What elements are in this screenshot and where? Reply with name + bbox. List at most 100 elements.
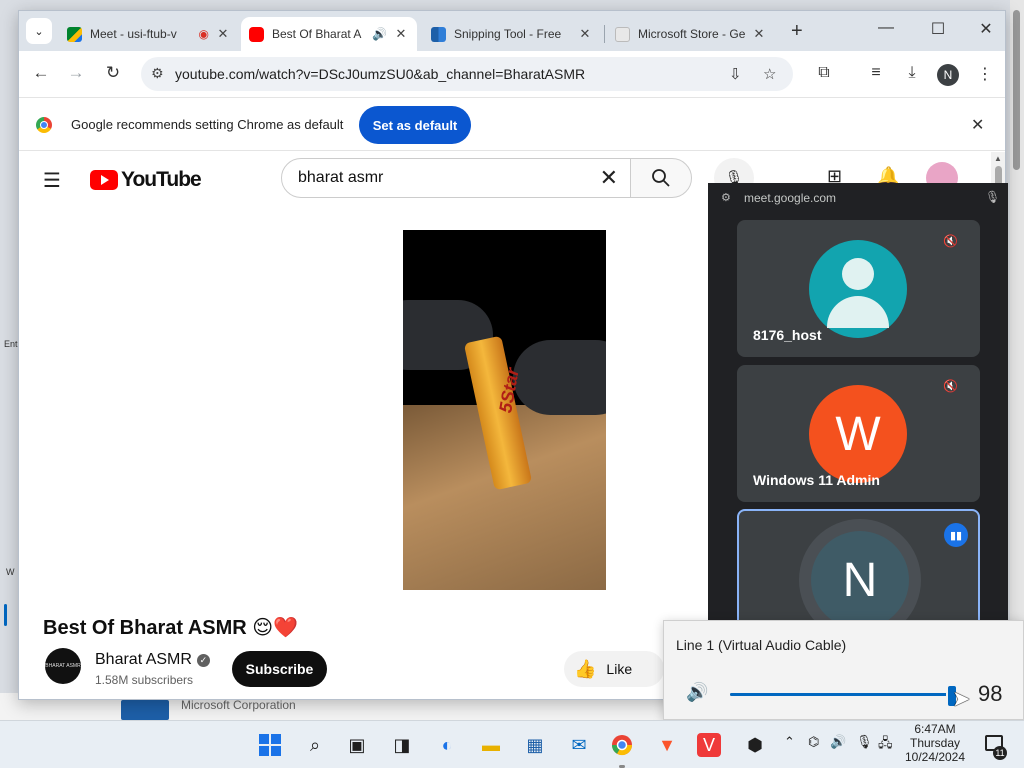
address-bar[interactable]: ⚙ youtube.com/watch?v=DScJ0umzSU0&ab_cha… — [141, 57, 793, 91]
youtube-play-icon — [90, 170, 118, 190]
like-button[interactable]: 👍 Like — [564, 651, 664, 687]
bookmark-star-icon[interactable]: ☆ — [763, 65, 776, 83]
close-icon[interactable]: ✕ — [393, 26, 409, 42]
clock-time: 6:47AM — [914, 722, 956, 736]
clock-day: Thursday — [909, 736, 961, 750]
tab-youtube[interactable]: Best Of Bharat A 🔊 ✕ — [241, 17, 417, 51]
clear-search-icon[interactable]: ✕ — [600, 165, 618, 191]
recording-icon: ◉ — [198, 27, 209, 41]
downloads-icon[interactable]: ⤓ — [901, 64, 923, 82]
windows-logo-icon — [259, 734, 281, 756]
close-icon[interactable]: ✕ — [577, 26, 593, 42]
vivaldi-icon[interactable]: V — [697, 733, 721, 757]
participant-tile[interactable]: 8176_host 🔇 — [737, 220, 980, 357]
tab-microsoft-store[interactable]: Microsoft Store - Ge ✕ — [607, 17, 775, 51]
clock-date: 10/24/2024 — [904, 750, 966, 764]
tab-title: Meet - usi-ftub-v — [90, 27, 177, 41]
google-meet-icon — [67, 26, 82, 42]
speaking-indicator-icon: ▮▮ — [944, 523, 968, 547]
participant-name: Windows 11 Admin — [753, 472, 880, 488]
hamburger-menu-icon[interactable]: ☰ — [43, 168, 61, 193]
new-tab-button[interactable]: + — [791, 20, 803, 43]
media-controls-icon[interactable]: ≡ — [865, 64, 887, 82]
youtube-icon — [249, 26, 264, 42]
set-as-default-button[interactable]: Set as default — [359, 106, 471, 144]
virtual-cable-icon[interactable]: ⬢ — [741, 731, 769, 759]
volume-slider[interactable] — [730, 684, 958, 708]
search-input[interactable]: bharat asmr ✕ — [281, 158, 631, 198]
subscribe-button[interactable]: Subscribe — [232, 651, 327, 687]
back-button[interactable]: ← — [29, 63, 53, 83]
store-app-icon — [121, 700, 169, 720]
close-icon[interactable]: ✕ — [751, 26, 767, 42]
site-info-icon[interactable]: ⚙ — [721, 191, 731, 204]
person-icon-body — [827, 296, 889, 328]
chrome-icon[interactable] — [608, 731, 636, 759]
microphone-icon[interactable]: 🎙 — [856, 734, 873, 750]
microphone-icon: 🎙 — [985, 190, 1001, 204]
tab-snipping-tool[interactable]: Snipping Tool - Free ✕ — [423, 17, 601, 51]
search-query[interactable]: bharat asmr — [298, 169, 383, 187]
tab-title: Microsoft Store - Ge — [638, 27, 745, 41]
widgets-icon[interactable]: ◨ — [388, 731, 416, 759]
channel-avatar[interactable]: BHARAT ASMR — [45, 648, 81, 684]
participant-tile[interactable]: W Windows 11 Admin 🔇 — [737, 365, 980, 502]
maximize-button[interactable]: ☐ — [923, 19, 953, 39]
tab-title: Best Of Bharat A — [272, 27, 362, 41]
chevron-up-icon[interactable]: ⌃ — [784, 734, 795, 750]
close-window-button[interactable]: ✕ — [971, 19, 1001, 39]
tab-search-button[interactable]: ⌄ — [26, 18, 52, 44]
minimize-button[interactable]: — — [871, 19, 901, 37]
file-explorer-icon[interactable]: ▬ — [477, 731, 505, 759]
channel-name-text[interactable]: Bharat ASMR — [95, 651, 192, 668]
publisher-text: Microsoft Corporation — [181, 698, 296, 712]
search-button[interactable] — [630, 158, 692, 198]
mic-off-icon: 🔇 — [943, 379, 958, 393]
microsoft-store-icon — [431, 26, 446, 42]
meet-pip-window: ⚙ meet.google.com 🎙 8176_host 🔇 W Window… — [708, 183, 1008, 623]
forward-button[interactable]: → — [64, 63, 88, 83]
audio-playing-icon[interactable]: 🔊 — [372, 27, 387, 41]
notification-count: 11 — [993, 746, 1007, 760]
install-app-icon[interactable]: ⇩ — [729, 65, 742, 83]
taskbar-clock[interactable]: 6:47AM Thursday 10/24/2024 — [898, 722, 972, 764]
background-scrollbar[interactable] — [1010, 0, 1024, 693]
tab-meet[interactable]: Meet - usi-ftub-v ◉ ✕ — [59, 17, 239, 51]
browser-toolbar: ← → ↻ ⚙ youtube.com/watch?v=DScJ0umzSU0&… — [19, 51, 1005, 97]
verified-badge-icon: ✓ — [196, 654, 210, 667]
video-player[interactable]: 5Star — [403, 230, 606, 590]
task-view-icon[interactable]: ▣ — [343, 731, 371, 759]
network-icon[interactable]: 🖧 — [878, 734, 893, 756]
site-info-icon[interactable]: ⚙ — [151, 65, 164, 82]
url-text[interactable]: youtube.com/watch?v=DScJ0umzSU0&ab_chann… — [175, 66, 585, 82]
like-label: Like — [606, 661, 633, 677]
close-icon[interactable]: ✕ — [971, 115, 984, 135]
volume-icon[interactable]: 🔊 — [830, 734, 846, 750]
microsoft-store-icon[interactable]: ▦ — [521, 731, 549, 759]
extensions-icon[interactable]: ⧉ — [813, 64, 835, 82]
title-emojis: 😌❤️ — [252, 617, 299, 639]
profile-avatar[interactable]: N — [937, 64, 959, 86]
scroll-up-icon[interactable]: ▲ — [994, 154, 1002, 163]
youtube-logo[interactable]: YouTube — [90, 168, 202, 192]
scrollbar-thumb[interactable] — [1013, 10, 1020, 170]
volume-slider-fill — [730, 693, 950, 696]
chrome-logo-icon — [36, 117, 52, 133]
edge-icon[interactable]: ◐ — [433, 731, 461, 759]
speaker-icon[interactable]: 🔊 — [686, 682, 708, 703]
start-button[interactable] — [256, 731, 284, 759]
participant-tile-active[interactable]: N ▮▮ — [737, 509, 980, 623]
desktop-edge-text: Ent — [4, 339, 18, 349]
meet-tray-icon[interactable]: ⌬ — [808, 734, 819, 750]
brave-icon[interactable]: ▼ — [653, 731, 681, 759]
outlook-icon[interactable]: ✉ — [565, 731, 593, 759]
mic-off-icon: 🔇 — [943, 234, 958, 248]
search-icon[interactable]: ⌕ — [301, 731, 329, 759]
close-icon[interactable]: ✕ — [215, 26, 231, 42]
avatar: W — [809, 385, 907, 483]
reload-button[interactable]: ↻ — [101, 63, 125, 83]
youtube-wordmark: YouTube — [121, 168, 202, 191]
channel-name[interactable]: Bharat ASMR ✓ — [95, 651, 210, 669]
menu-kebab-icon[interactable]: ⋮ — [974, 64, 996, 84]
audio-device-name: Line 1 (Virtual Audio Cable) — [676, 637, 847, 653]
